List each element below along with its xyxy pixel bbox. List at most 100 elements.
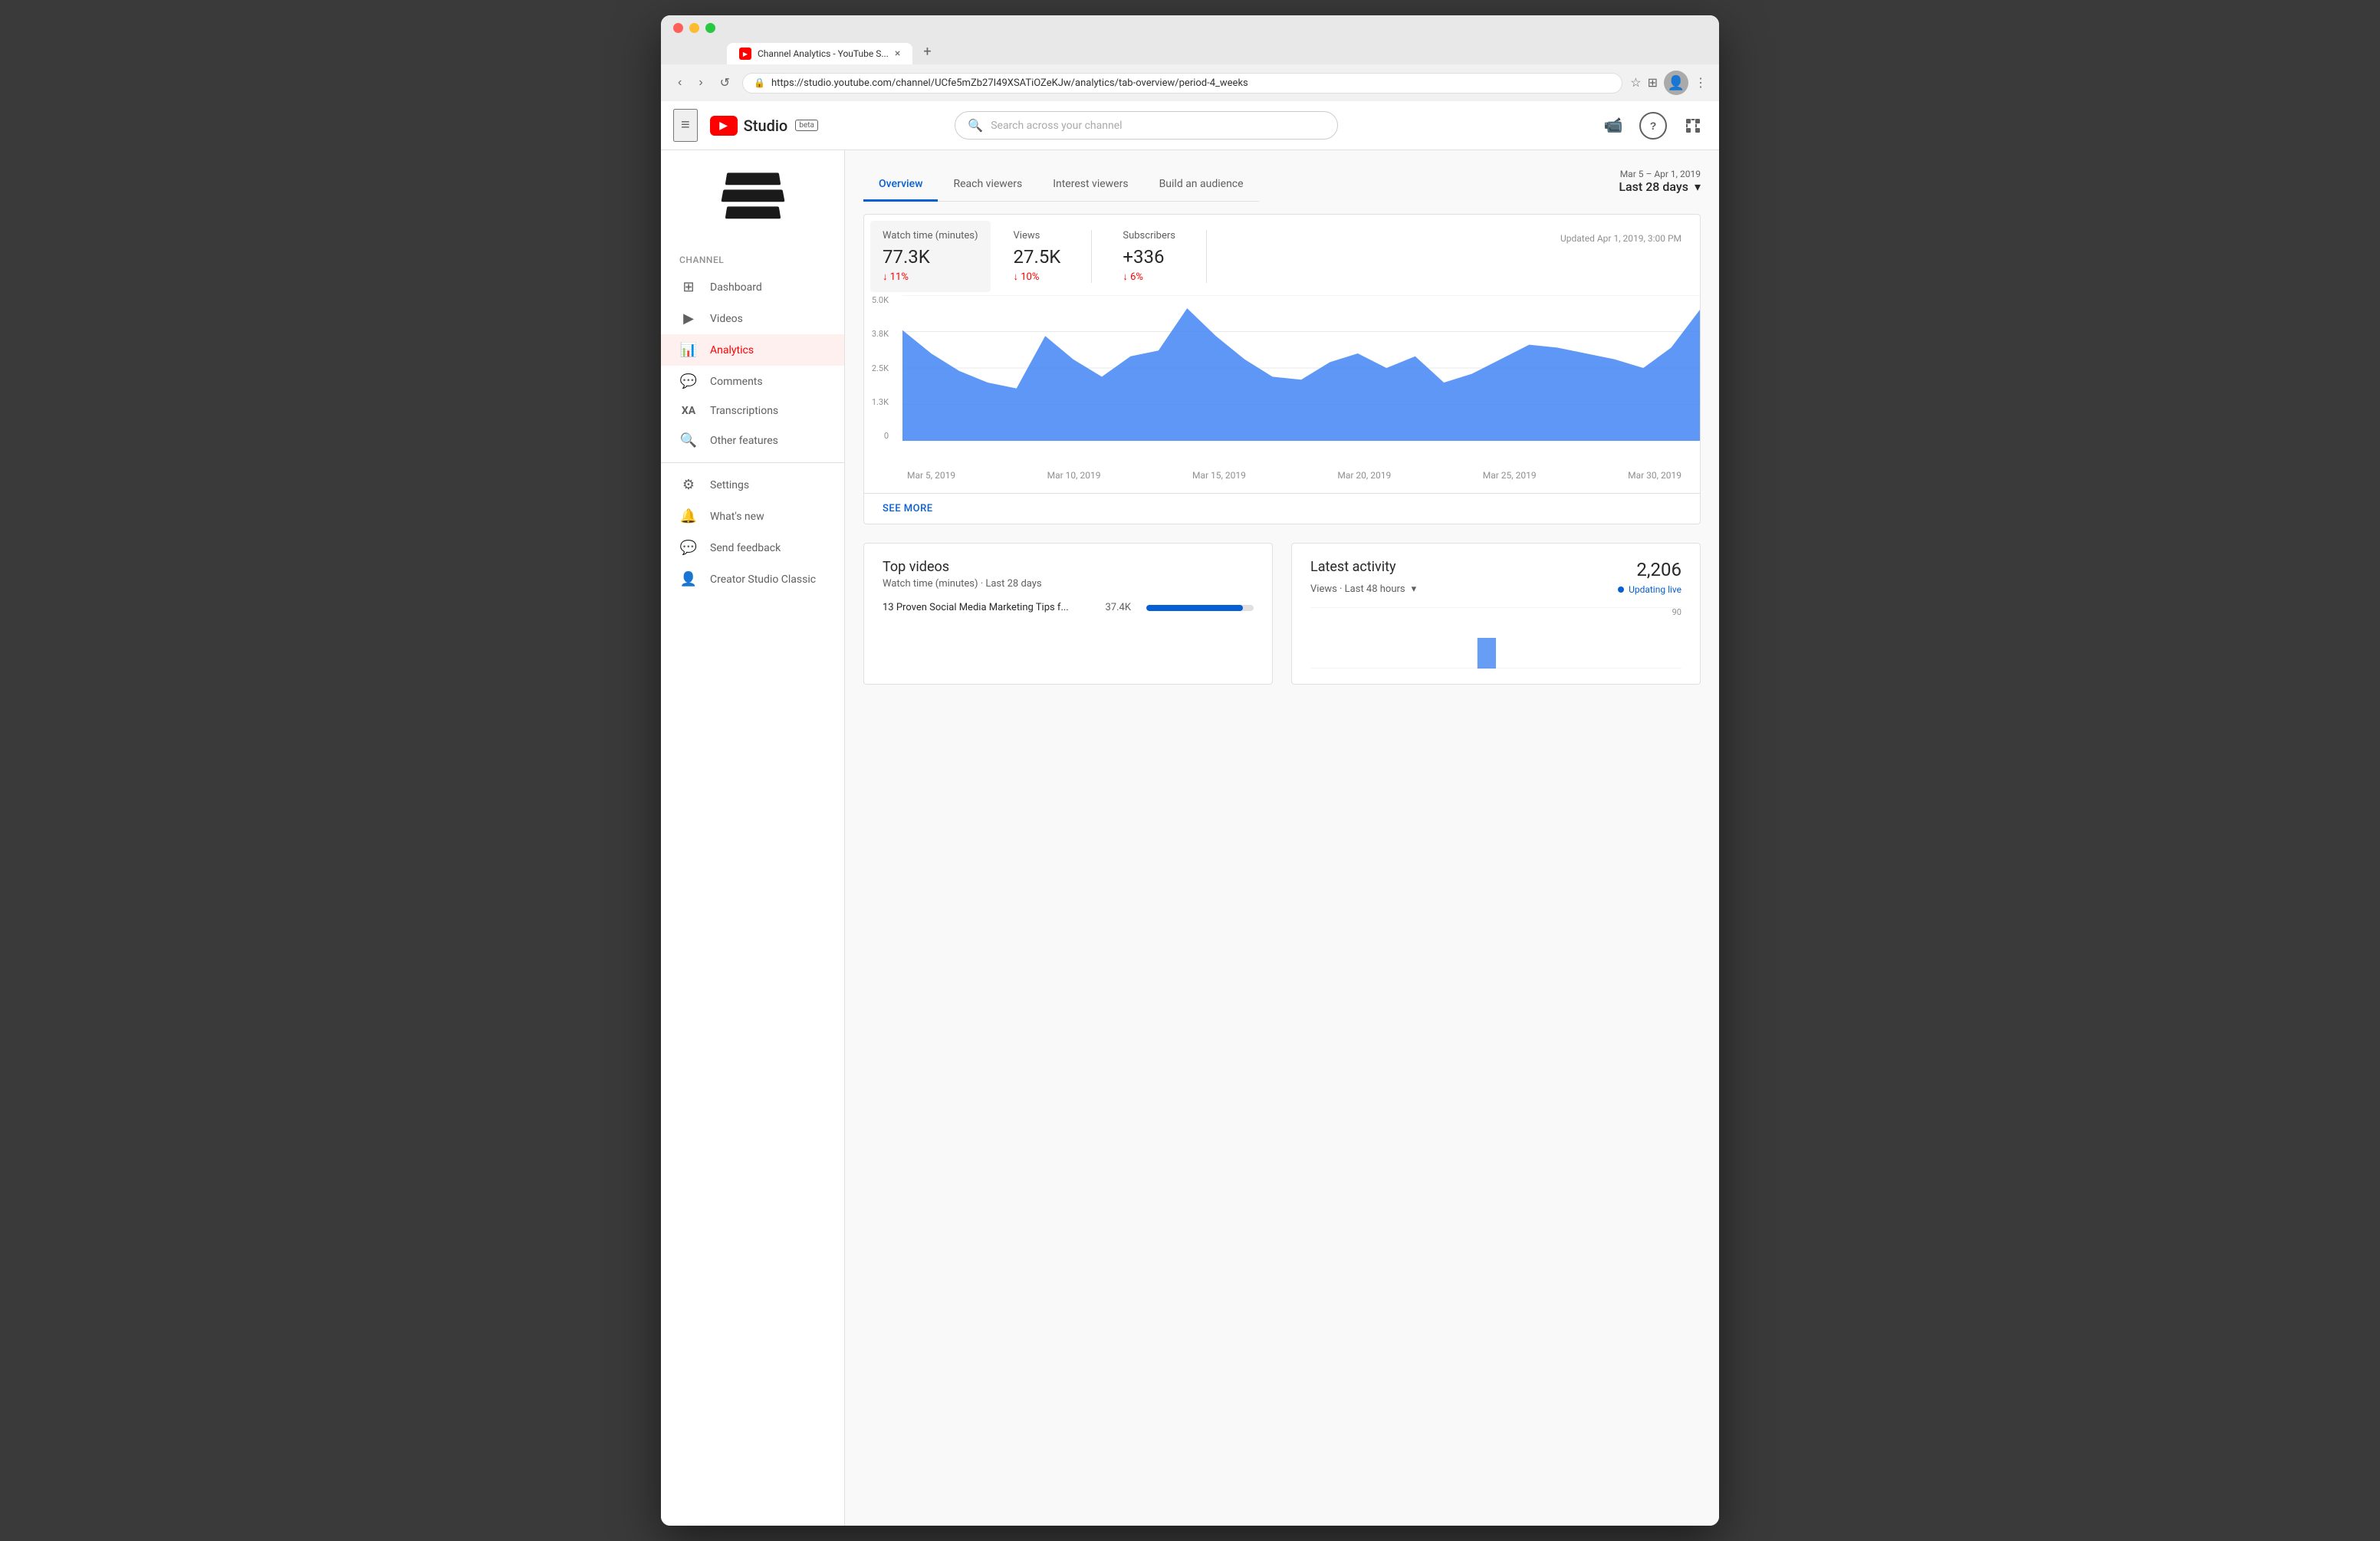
forward-button[interactable]: ›: [694, 73, 707, 93]
analytics-tabs: Overview Reach viewers Interest viewers …: [863, 169, 1259, 202]
channel-section-label: Channel: [661, 248, 844, 271]
search-bar[interactable]: 🔍 Search across your channel: [955, 111, 1338, 140]
sidebar-item-creator-studio[interactable]: 👤 Creator Studio Classic: [661, 564, 844, 595]
analytics-chart: [902, 295, 1700, 441]
videos-icon: ▶: [679, 310, 698, 327]
studio-logo: ▶ Studiobeta: [710, 116, 818, 136]
views-label-activity: Views · Last 48 hours: [1310, 583, 1405, 595]
reload-button[interactable]: ↺: [715, 72, 735, 94]
dashboard-icon: ⊞: [679, 279, 698, 295]
tab-close-button[interactable]: ×: [895, 48, 900, 60]
x-label-3: Mar 15, 2019: [1192, 470, 1246, 481]
header-actions: 📹 ?: [1599, 112, 1707, 140]
sidebar-label-other: Other features: [710, 435, 778, 447]
sidebar-item-whats-new[interactable]: 🔔 What's new: [661, 501, 844, 532]
hamburger-menu[interactable]: ≡: [673, 109, 698, 142]
user-avatar[interactable]: 👤: [1664, 71, 1688, 95]
sidebar-label-whats-new: What's new: [710, 511, 764, 523]
watch-time-change: ↓ 11%: [883, 271, 978, 283]
video-views: 37.4K: [1105, 602, 1131, 613]
views-change: ↓ 10%: [1014, 271, 1061, 283]
activity-header: Latest activity 2,206: [1310, 559, 1681, 580]
back-button[interactable]: ‹: [673, 73, 686, 93]
activity-count: 2,206: [1636, 559, 1681, 580]
settings-icon: ⚙: [679, 477, 698, 493]
sidebar-item-dashboard[interactable]: ⊞ Dashboard: [661, 271, 844, 303]
url-bar[interactable]: 🔒 https://studio.youtube.com/channel/UCf…: [742, 73, 1622, 94]
channel-icon: [722, 172, 784, 226]
date-period: Last 28 days ▾: [1619, 179, 1701, 194]
sidebar-item-other-features[interactable]: 🔍 Other features: [661, 425, 844, 456]
help-button[interactable]: ?: [1639, 112, 1667, 140]
sidebar-label-settings: Settings: [710, 479, 749, 491]
x-label-2: Mar 10, 2019: [1047, 470, 1101, 481]
live-indicator-dot: [1618, 586, 1624, 593]
subscribers-value: +336: [1123, 246, 1175, 268]
search-container: 🔍 Search across your channel: [955, 111, 1338, 140]
sidebar-item-transcriptions[interactable]: XA Transcriptions: [661, 397, 844, 425]
updated-text: Updated Apr 1, 2019, 3:00 PM: [1560, 230, 1681, 244]
apps-grid-button[interactable]: [1679, 112, 1707, 140]
dropdown-icon-activity[interactable]: ▾: [1412, 583, 1417, 595]
x-label-1: Mar 5, 2019: [907, 470, 955, 481]
browser-tab[interactable]: Channel Analytics - YouTube S... ×: [727, 43, 912, 64]
whats-new-icon: 🔔: [679, 508, 698, 524]
stat-views[interactable]: Views 27.5K ↓ 10%: [1014, 230, 1093, 283]
video-bar: [1146, 605, 1243, 611]
app-header: ≡ ▶ Studiobeta 🔍 Search across your chan…: [661, 101, 1719, 150]
tab-favicon: [739, 48, 751, 60]
window-maximize-dot[interactable]: [705, 23, 715, 33]
x-label-5: Mar 25, 2019: [1483, 470, 1537, 481]
creator-studio-icon: 👤: [679, 571, 698, 587]
sidebar-item-send-feedback[interactable]: 💬 Send feedback: [661, 532, 844, 564]
send-feedback-icon: 💬: [679, 540, 698, 556]
bookmark-button[interactable]: ☆: [1630, 75, 1641, 90]
views-label: Views: [1014, 230, 1061, 242]
sidebar-label-dashboard: Dashboard: [710, 281, 762, 294]
url-text: https://studio.youtube.com/channel/UCfe5…: [771, 77, 1248, 89]
watch-time-value: 77.3K: [883, 246, 978, 268]
tab-interest-viewers[interactable]: Interest viewers: [1037, 169, 1143, 202]
sidebar-item-comments[interactable]: 💬 Comments: [661, 366, 844, 397]
youtube-logo-icon: ▶: [710, 116, 738, 136]
subscribers-change: ↓ 6%: [1123, 271, 1175, 283]
chart-container: 5.0K 3.8K 2.5K 1.3K 0: [864, 295, 1700, 464]
x-label-6: Mar 30, 2019: [1628, 470, 1681, 481]
tab-reach-viewers[interactable]: Reach viewers: [938, 169, 1037, 202]
other-features-icon: 🔍: [679, 432, 698, 449]
window-minimize-dot[interactable]: [689, 23, 699, 33]
stat-watch-time[interactable]: Watch time (minutes) 77.3K ↓ 11%: [870, 221, 991, 292]
analytics-header: Overview Reach viewers Interest viewers …: [863, 169, 1701, 202]
tab-overview[interactable]: Overview: [863, 169, 938, 202]
y-label-0: 0: [884, 431, 889, 441]
y-label-25k: 2.5K: [872, 363, 889, 373]
activity-subtitle: Views · Last 48 hours ▾ Updating live: [1310, 583, 1681, 595]
sidebar-item-settings[interactable]: ⚙ Settings: [661, 469, 844, 501]
see-more-button[interactable]: SEE MORE: [864, 493, 1700, 524]
channel-logo: [715, 169, 791, 230]
window-close-dot[interactable]: [673, 23, 683, 33]
lock-icon: 🔒: [754, 77, 765, 88]
date-selector[interactable]: Mar 5 – Apr 1, 2019 Last 28 days ▾: [1619, 169, 1701, 194]
updating-live-text: Updating live: [1629, 584, 1681, 595]
sidebar-label-comments: Comments: [710, 376, 763, 388]
x-label-4: Mar 20, 2019: [1337, 470, 1391, 481]
beta-badge: beta: [795, 120, 818, 131]
dropdown-chevron: ▾: [1695, 179, 1701, 194]
menu-button[interactable]: ⋮: [1695, 75, 1707, 90]
create-video-button[interactable]: 📹: [1599, 112, 1627, 140]
apps-button[interactable]: ⊞: [1648, 75, 1658, 90]
sidebar: Channel ⊞ Dashboard ▶ Videos 📊 Analytics…: [661, 150, 845, 1526]
sidebar-item-videos[interactable]: ▶ Videos: [661, 303, 844, 334]
new-tab-button[interactable]: +: [916, 39, 939, 64]
sidebar-label-send-feedback: Send feedback: [710, 542, 781, 554]
top-videos-card: Top videos Watch time (minutes) · Last 2…: [863, 543, 1273, 685]
activity-title: Latest activity: [1310, 559, 1396, 575]
content-area: Overview Reach viewers Interest viewers …: [845, 150, 1719, 1526]
sidebar-item-analytics[interactable]: 📊 Analytics: [661, 334, 844, 366]
tab-build-audience[interactable]: Build an audience: [1144, 169, 1259, 202]
sidebar-label-creator-studio: Creator Studio Classic: [710, 573, 816, 586]
subscribers-label: Subscribers: [1123, 230, 1175, 242]
y-label-13k: 1.3K: [872, 397, 889, 407]
stat-subscribers[interactable]: Subscribers +336 ↓ 6%: [1123, 230, 1207, 283]
